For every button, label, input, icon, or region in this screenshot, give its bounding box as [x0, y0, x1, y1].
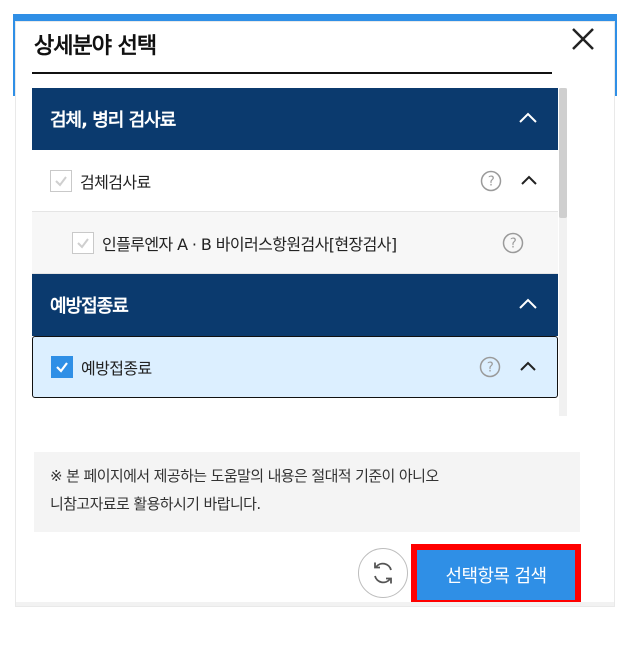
category-header-vaccination[interactable]: 예방접종료 [32, 274, 558, 336]
checkbox[interactable] [72, 231, 94, 254]
checkbox[interactable] [50, 169, 72, 192]
help-notice: ※ 본 페이지에서 제공하는 도움말의 내용은 절대적 기준이 아니오 니참고자… [34, 452, 580, 532]
chevron-up-icon[interactable] [516, 293, 540, 317]
scrollbar-thumb[interactable] [559, 88, 567, 218]
category-header-specimen[interactable]: 검체, 병리 검사료 [32, 88, 558, 150]
bottom-divider [16, 602, 614, 606]
item-label: 예방접종료 [81, 359, 152, 378]
list-item-influenza-antigen-test[interactable]: 인플루엔자 A · B 바이러스항원검사[현장검사] ? [32, 212, 558, 274]
right-accent-edge [614, 14, 617, 96]
category-label: 예방접종료 [50, 296, 129, 317]
item-label: 검체검사료 [80, 172, 151, 192]
check-icon [55, 175, 67, 187]
refresh-icon [374, 562, 392, 584]
notice-line-2: 니참고자료로 활용하시기 바랍니다. [50, 495, 261, 513]
close-icon [572, 28, 594, 50]
list-item-specimen-test[interactable]: 검체검사료 ? [32, 150, 558, 212]
check-icon [56, 362, 68, 373]
refresh-button[interactable] [358, 548, 408, 598]
help-icon[interactable]: ? [502, 232, 524, 254]
help-icon[interactable]: ? [479, 356, 501, 378]
chevron-up-icon[interactable] [516, 107, 540, 131]
checkbox-checked[interactable] [51, 356, 73, 378]
dialog-title: 상세분야 선택 [34, 34, 157, 59]
chevron-up-icon[interactable] [517, 356, 539, 378]
check-icon [77, 237, 89, 249]
item-label: 인플루엔자 A · B 바이러스항원검사[현장검사] [102, 234, 397, 254]
header-divider [32, 72, 552, 74]
svg-text:?: ? [487, 361, 493, 376]
help-icon[interactable]: ? [480, 170, 502, 192]
category-list[interactable]: 검체, 병리 검사료 검체검사료 ? 인플루엔자 A · B 바이러스항원검사[… [32, 88, 558, 416]
category-label: 검체, 병리 검사료 [50, 110, 176, 131]
svg-text:?: ? [510, 236, 516, 251]
list-item-vaccination[interactable]: 예방접종료 ? [32, 336, 558, 398]
close-button[interactable] [566, 22, 600, 56]
svg-text:?: ? [488, 174, 494, 189]
chevron-up-icon[interactable] [518, 170, 540, 192]
search-selected-button[interactable]: 선택항목 검색 [411, 544, 581, 606]
notice-line-1: ※ 본 페이지에서 제공하는 도움말의 내용은 절대적 기준이 아니오 [50, 467, 439, 485]
